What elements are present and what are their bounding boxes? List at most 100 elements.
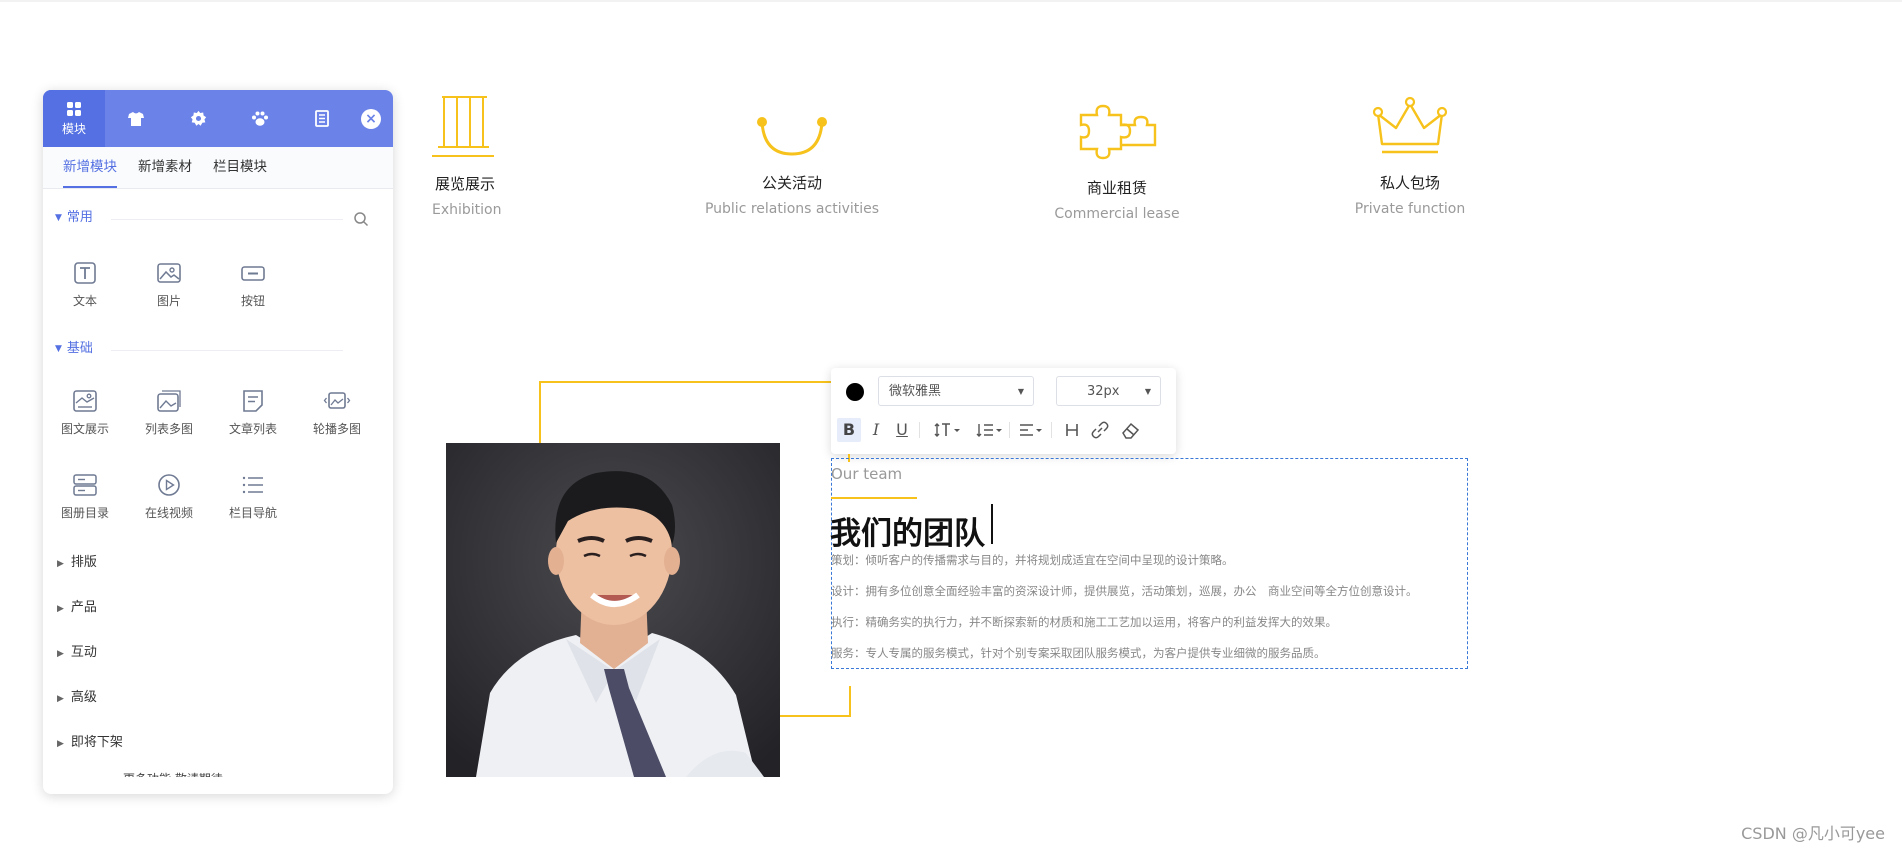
toolbar-separator bbox=[1009, 422, 1010, 438]
font-family-value: 微软雅黑 bbox=[889, 384, 942, 399]
module-list-images[interactable]: 列表多图 bbox=[127, 388, 211, 437]
service-pr-subtitle: Public relations activities bbox=[704, 201, 880, 217]
team-member-photo[interactable] bbox=[446, 443, 780, 777]
underline-button[interactable]: U bbox=[893, 418, 911, 442]
top-divider bbox=[0, 0, 1902, 2]
heading-icon[interactable] bbox=[1061, 418, 1083, 442]
toolbar-separator bbox=[919, 422, 920, 438]
carousel-icon bbox=[323, 392, 351, 409]
service-exhibition-subtitle: Exhibition bbox=[432, 202, 502, 218]
caret-right-icon: ▶ bbox=[57, 604, 64, 614]
section-layout[interactable]: ▶ 排版 bbox=[57, 553, 97, 573]
team-desc-service[interactable]: 服务：专人专属的服务模式，针对个别专案采取团队服务模式，为客户提供专业细微的服务… bbox=[831, 645, 1326, 661]
module-button-label: 按钮 bbox=[240, 294, 265, 308]
tab-modules[interactable]: 模块 bbox=[43, 90, 105, 147]
text-module-icon bbox=[74, 262, 96, 284]
section-common-header[interactable]: ▼ 常用 bbox=[55, 208, 93, 228]
caret-right-icon: ▶ bbox=[57, 739, 64, 749]
paw-icon bbox=[252, 111, 268, 126]
shirt-icon bbox=[128, 111, 144, 126]
font-size-value: 32px bbox=[1087, 384, 1120, 399]
font-size-select[interactable]: 32px ▼ bbox=[1056, 376, 1161, 406]
service-lease-title: 商业租赁 bbox=[1086, 179, 1147, 197]
team-desc-planning[interactable]: 策划：倾听客户的传播需求与目的，并将规划成适宜在空间中呈现的设计策略。 bbox=[831, 552, 1234, 568]
module-album[interactable]: 图册目录 bbox=[43, 472, 127, 521]
module-image-text[interactable]: 图文展示 bbox=[43, 388, 127, 437]
section-divider bbox=[111, 219, 343, 220]
list-nav-icon bbox=[242, 476, 263, 494]
article-list-icon bbox=[243, 390, 263, 412]
section-interaction-title: 互动 bbox=[70, 645, 97, 660]
service-private-title: 私人包场 bbox=[1379, 174, 1440, 192]
service-pr-title: 公关活动 bbox=[761, 174, 822, 192]
align-icon[interactable] bbox=[1017, 418, 1047, 442]
module-button[interactable]: 按钮 bbox=[211, 260, 295, 309]
section-product[interactable]: ▶ 产品 bbox=[57, 598, 97, 618]
section-basic-header[interactable]: ▼ 基础 bbox=[55, 339, 93, 359]
service-lease-subtitle: Commercial lease bbox=[1054, 206, 1180, 222]
module-video-label: 在线视频 bbox=[144, 506, 193, 520]
font-color-picker[interactable] bbox=[846, 383, 864, 401]
module-column-nav[interactable]: 栏目导航 bbox=[211, 472, 295, 521]
caret-right-icon: ▶ bbox=[57, 649, 64, 659]
module-image[interactable]: 图片 bbox=[127, 260, 211, 309]
subtab-new-material[interactable]: 新增素材 bbox=[138, 147, 192, 188]
text-format-toolbar: 微软雅黑 ▼ 32px ▼ B I U bbox=[831, 368, 1176, 454]
module-text[interactable]: 文本 bbox=[43, 260, 127, 309]
book-icon bbox=[315, 110, 329, 127]
ordered-list-icon[interactable] bbox=[975, 418, 1005, 442]
decor-frame-bottom bbox=[780, 715, 851, 717]
subtitle-underline bbox=[831, 497, 917, 499]
decor-frame-top bbox=[539, 381, 831, 383]
section-basic-title: 基础 bbox=[66, 341, 93, 356]
module-list-images-label: 列表多图 bbox=[144, 422, 193, 436]
section-deprecated[interactable]: ▶ 即将下架 bbox=[57, 733, 123, 753]
module-article-list[interactable]: 文章列表 bbox=[211, 388, 295, 437]
subtab-new-module[interactable]: 新增模块 bbox=[63, 147, 117, 188]
service-exhibition-title: 展览展示 bbox=[434, 175, 495, 193]
play-video-icon bbox=[158, 474, 180, 496]
line-height-icon[interactable] bbox=[933, 418, 963, 442]
tab-pages[interactable] bbox=[291, 90, 353, 147]
subtab-column-module[interactable]: 栏目模块 bbox=[213, 147, 267, 188]
crown-icon bbox=[1372, 96, 1448, 154]
module-image-text-label: 图文展示 bbox=[60, 422, 109, 436]
section-common-title: 常用 bbox=[66, 210, 93, 225]
team-desc-execution[interactable]: 执行：精确务实的执行力，并不断探索新的材质和施工工艺加以运用，将客户的利益发挥大… bbox=[831, 614, 1337, 630]
module-text-label: 文本 bbox=[72, 294, 97, 308]
watermark: CSDN @凡小可yee bbox=[1741, 824, 1885, 843]
tab-modules-label: 模块 bbox=[61, 121, 86, 136]
toolbar-separator bbox=[1051, 422, 1052, 438]
service-exhibition: 展览展示 Exhibition bbox=[432, 95, 502, 218]
font-family-select[interactable]: 微软雅黑 ▼ bbox=[878, 376, 1034, 406]
decor-frame-right bbox=[849, 686, 851, 717]
search-icon[interactable] bbox=[353, 211, 369, 227]
section-divider bbox=[111, 350, 343, 351]
image-text-icon bbox=[73, 390, 97, 412]
team-subtitle[interactable]: Our team bbox=[831, 465, 902, 483]
tab-theme[interactable] bbox=[105, 90, 167, 147]
team-title[interactable]: 我们的团队 bbox=[830, 508, 985, 553]
columns-icon bbox=[432, 96, 494, 157]
module-carousel[interactable]: 轮播多图 bbox=[295, 388, 379, 437]
team-desc-design[interactable]: 设计：拥有多位创意全面经验丰富的资深设计师，提供展览，活动策划，巡展，办公 商业… bbox=[831, 583, 1418, 599]
eraser-icon[interactable] bbox=[1119, 418, 1141, 442]
tab-pets[interactable] bbox=[229, 90, 291, 147]
section-layout-title: 排版 bbox=[70, 555, 97, 570]
list-images-icon bbox=[157, 390, 181, 412]
section-advanced-title: 高级 bbox=[70, 690, 97, 705]
caret-right-icon: ▶ bbox=[57, 694, 64, 704]
sub-tabs: 新增模块 新增素材 栏目模块 bbox=[43, 147, 393, 189]
link-icon[interactable] bbox=[1089, 418, 1111, 442]
bold-button[interactable]: B bbox=[837, 418, 861, 442]
tab-settings[interactable] bbox=[167, 90, 229, 147]
close-icon[interactable]: × bbox=[361, 109, 381, 129]
section-advanced[interactable]: ▶ 高级 bbox=[57, 688, 97, 708]
module-video[interactable]: 在线视频 bbox=[127, 472, 211, 521]
italic-button[interactable]: I bbox=[867, 418, 885, 442]
service-private: 私人包场 Private function bbox=[1348, 96, 1472, 217]
caret-right-icon: ▶ bbox=[57, 559, 64, 569]
puzzle-icon bbox=[1079, 104, 1157, 160]
decor-frame-left bbox=[539, 381, 541, 443]
section-interaction[interactable]: ▶ 互动 bbox=[57, 643, 97, 663]
